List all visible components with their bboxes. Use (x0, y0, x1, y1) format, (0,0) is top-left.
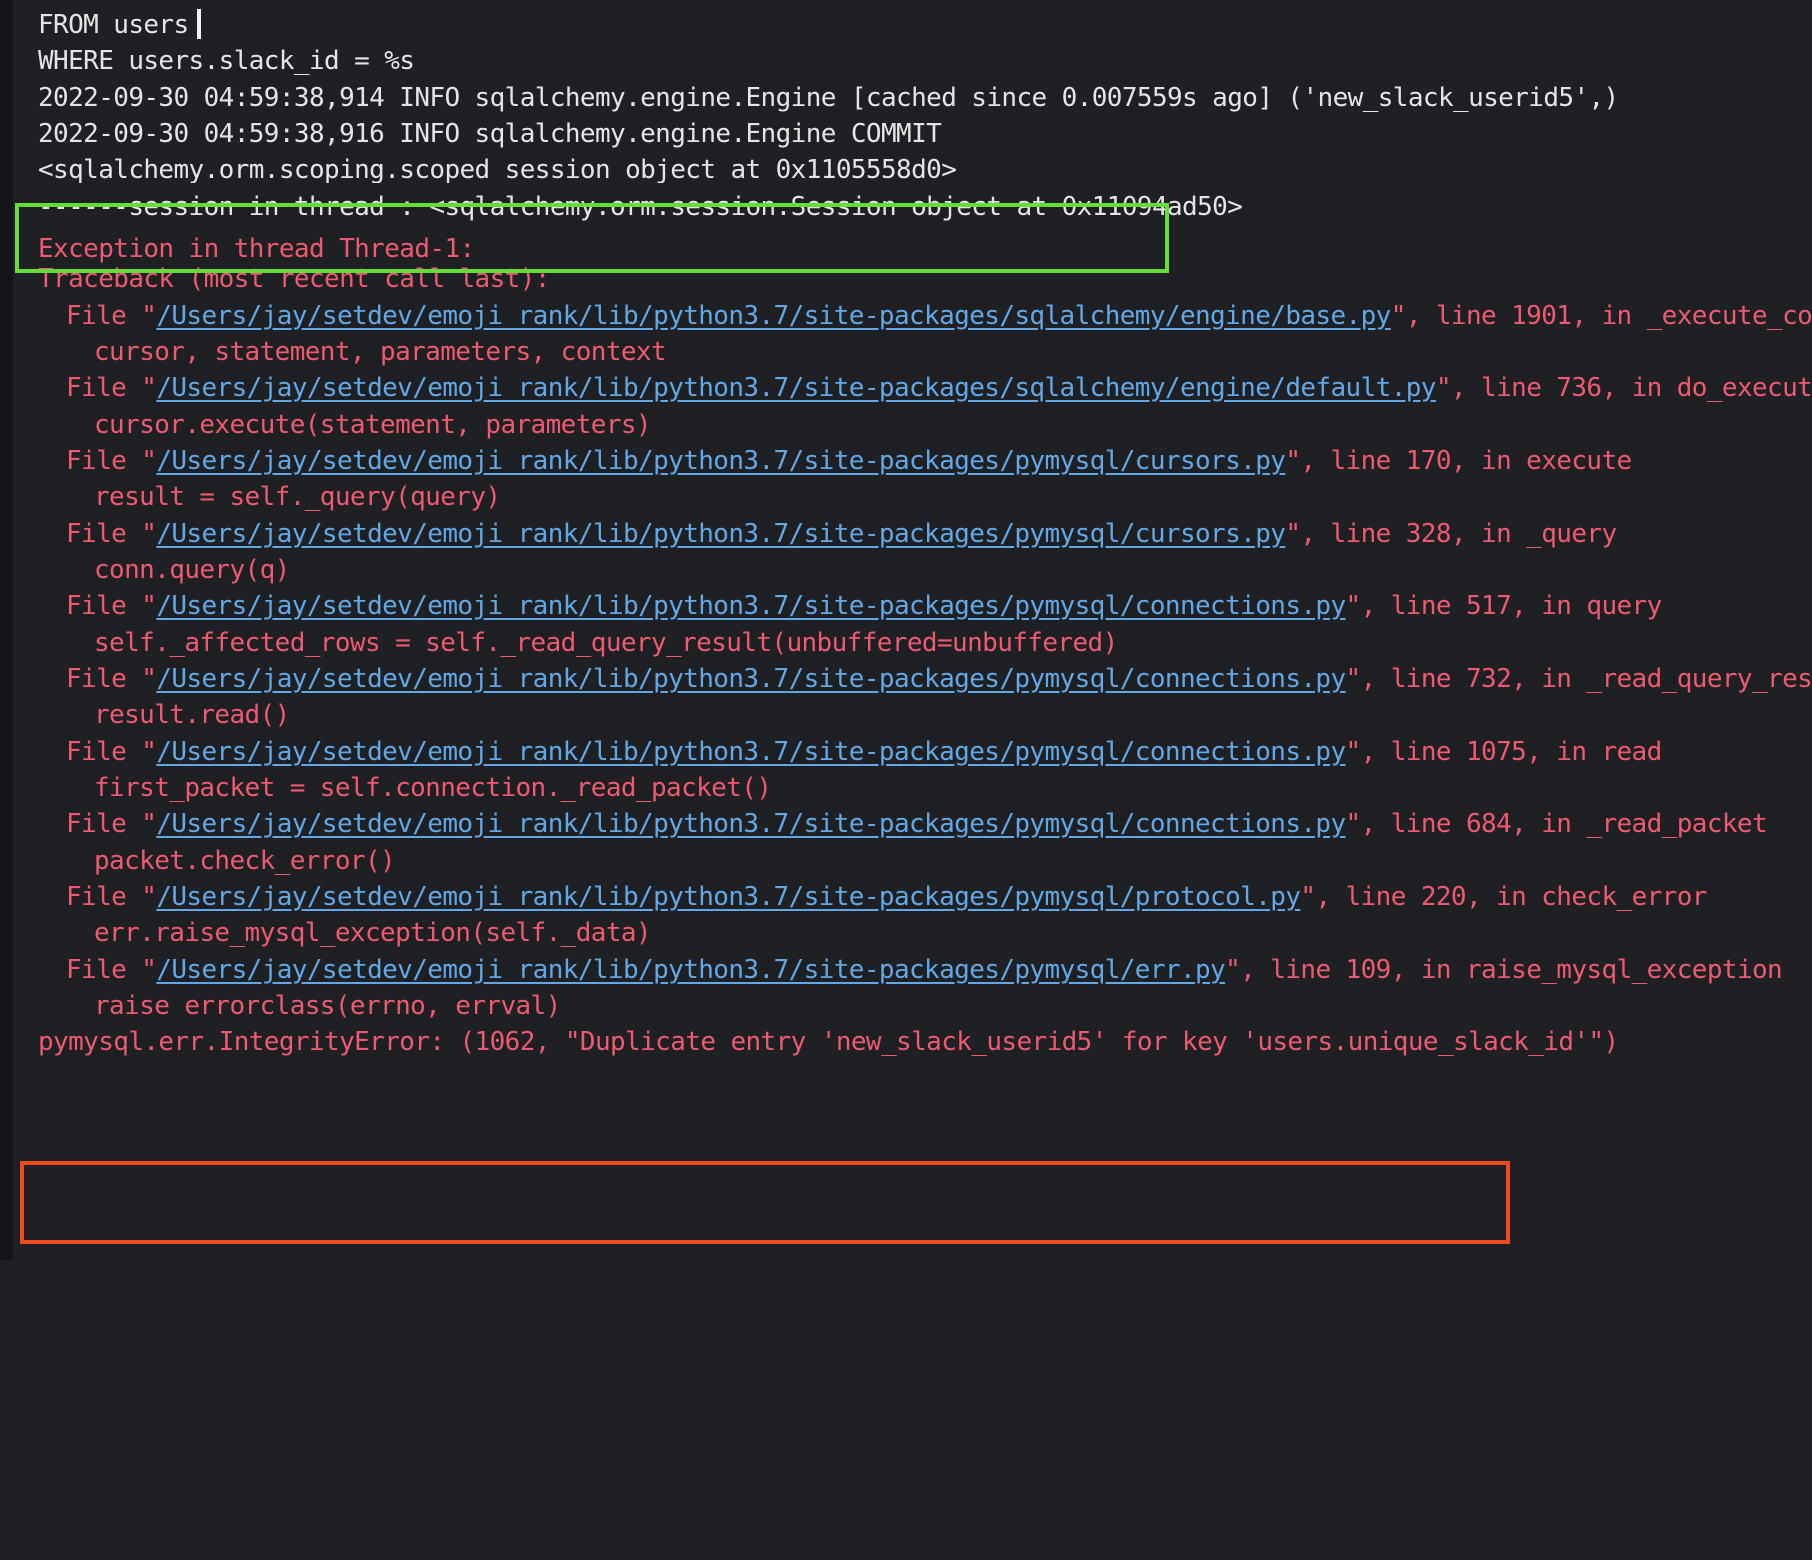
traceback-code: raise errorclass(errno, errval) (94, 991, 561, 1021)
terminal-output[interactable]: FROM users WHERE users.slack_id = %s 202… (13, 0, 1812, 1260)
log-line: <sqlalchemy.orm.scoping.scoped_session o… (38, 155, 957, 183)
file-path-link[interactable]: /Users/jay/setdev/emoji_rank/lib/python3… (156, 373, 1436, 403)
traceback-frame: File "/Users/jay/setdev/emoji_rank/lib/p… (66, 373, 1812, 403)
log-line: WHERE users.slack_id = %s (38, 46, 415, 76)
file-path-link[interactable]: /Users/jay/setdev/emoji_rank/lib/python3… (156, 301, 1391, 331)
file-path-link[interactable]: /Users/jay/setdev/emoji_rank/lib/python3… (156, 809, 1346, 839)
traceback-code: result = self._query(query) (94, 482, 501, 512)
log-text: FROM users (38, 10, 189, 40)
traceback-frame: File "/Users/jay/setdev/emoji_rank/lib/p… (66, 809, 1768, 839)
traceback-frame: File "/Users/jay/setdev/emoji_rank/lib/p… (66, 519, 1617, 549)
file-path-link[interactable]: /Users/jay/setdev/emoji_rank/lib/python3… (156, 882, 1301, 912)
file-path-link[interactable]: /Users/jay/setdev/emoji_rank/lib/python3… (156, 446, 1286, 476)
file-path-link[interactable]: /Users/jay/setdev/emoji_rank/lib/python3… (156, 519, 1286, 549)
file-path-link[interactable]: /Users/jay/setdev/emoji_rank/lib/python3… (156, 955, 1225, 985)
traceback-frame: File "/Users/jay/setdev/emoji_rank/lib/p… (66, 591, 1662, 621)
traceback-frame: File "/Users/jay/setdev/emoji_rank/lib/p… (66, 664, 1812, 694)
error-highlight-box (20, 1161, 1510, 1244)
session-highlight-box (15, 203, 1169, 273)
file-path-link[interactable]: /Users/jay/setdev/emoji_rank/lib/python3… (156, 737, 1346, 767)
window-edge (0, 0, 13, 1260)
traceback-code: err.raise_mysql_exception(self._data) (94, 918, 652, 948)
file-path-link[interactable]: /Users/jay/setdev/emoji_rank/lib/python3… (156, 664, 1346, 694)
integrity-error-line: pymysql.err.IntegrityError: (1062, "Dupl… (38, 1027, 1619, 1057)
text-cursor (196, 9, 201, 39)
file-path-link[interactable]: /Users/jay/setdev/emoji_rank/lib/python3… (156, 591, 1346, 621)
traceback-code: result.read() (94, 700, 290, 730)
